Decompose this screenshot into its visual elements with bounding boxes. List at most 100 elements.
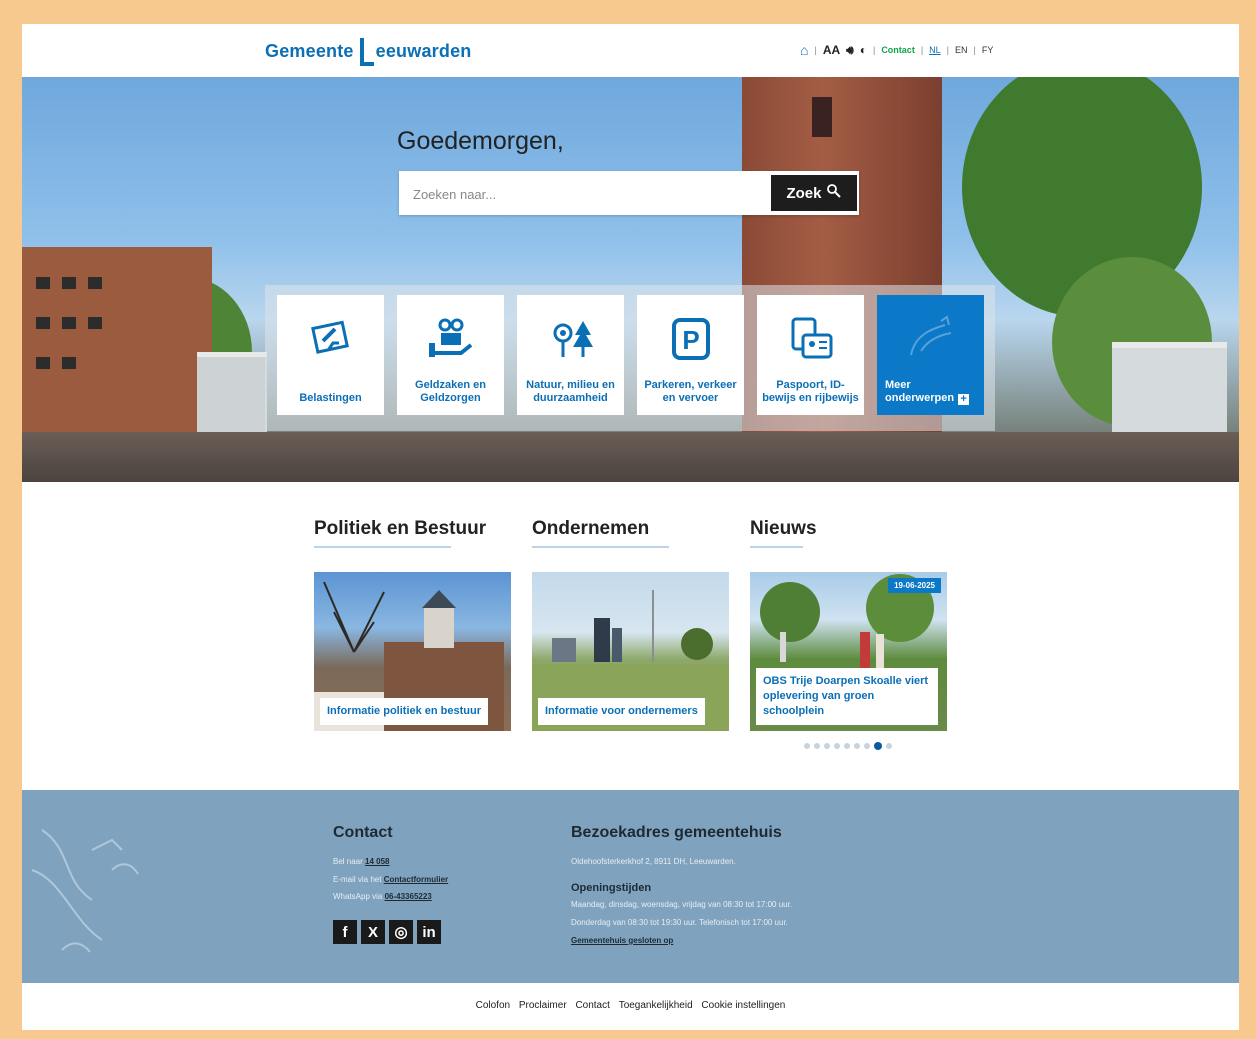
tile-more-topics[interactable]: Meer onderwerpen + (877, 295, 984, 415)
search-icon (826, 183, 842, 203)
x-twitter-icon[interactable]: X (361, 920, 385, 944)
id-card-icon (757, 315, 864, 363)
tax-card-icon (277, 315, 384, 363)
page-frame: Gemeente eeuwarden ⌂ | AA 🔊︎ ◐ | Contact … (22, 24, 1239, 1030)
tile-label: Natuur, milieu en duurzaamheid (526, 379, 615, 404)
window (36, 357, 50, 369)
tile-more-label: Meer onderwerpen + (885, 379, 980, 405)
window (62, 277, 76, 289)
contact-form-link[interactable]: Contactformulier (384, 875, 448, 884)
card-caption: Informatie politiek en bestuur (320, 698, 489, 725)
facebook-icon[interactable]: f (333, 920, 357, 944)
language-en-link[interactable]: EN (955, 45, 968, 55)
tile-belastingen[interactable]: Belastingen (277, 295, 384, 415)
tile-label: Geldzaken en Geldzorgen (415, 379, 486, 404)
section-title-nieuws[interactable]: Nieuws (750, 518, 817, 540)
carousel-dot[interactable] (854, 743, 860, 749)
section-title-politiek[interactable]: Politiek en Bestuur (314, 518, 486, 540)
logo-text-right: eeuwarden (375, 41, 472, 61)
carousel-dot[interactable] (814, 743, 820, 749)
language-nl-link[interactable]: NL (929, 45, 941, 55)
closed-days-link[interactable]: Gemeentehuis gesloten op (571, 936, 673, 945)
section-underline (750, 546, 803, 548)
logo-l-mark (359, 38, 374, 66)
hero-banner: Goedemorgen, Zoek Belastingen G (22, 77, 1239, 482)
carousel-pagination (804, 742, 892, 750)
tile-parkeren[interactable]: P Parkeren, verkeer en vervoer (637, 295, 744, 415)
footer-email-line: E-mail via het Contactformulier (333, 875, 448, 884)
colofon-link[interactable]: Colofon (476, 1000, 510, 1011)
divider: | (946, 45, 950, 55)
tile-geldzaken[interactable]: Geldzaken en Geldzorgen (397, 295, 504, 415)
window (88, 317, 102, 329)
carousel-dot[interactable] (844, 743, 850, 749)
hero-building (22, 247, 212, 447)
news-date-badge: 19-06-2025 (888, 578, 941, 593)
hero-pavilion (197, 352, 267, 442)
footer-hours-1: Maandag, dinsdag, woensdag, vrijdag van … (571, 900, 793, 909)
card-politiek[interactable]: Informatie politiek en bestuur (314, 572, 511, 731)
bottom-links: Colofon Proclaimer Contact Toegankelijkh… (22, 1000, 1239, 1011)
search-input[interactable] (411, 171, 765, 217)
carousel-dot[interactable] (834, 743, 840, 749)
cookie-settings-link[interactable]: Cookie instellingen (701, 1000, 785, 1011)
text-size-button[interactable]: AA (823, 43, 840, 57)
svg-text:P: P (682, 325, 699, 355)
hero-square (22, 432, 1239, 482)
card-caption: Informatie voor ondernemers (538, 698, 705, 725)
footer-phone-line: Bel naar 14 058 (333, 857, 390, 866)
site-footer: Contact Bel naar 14 058 E-mail via het C… (22, 790, 1239, 983)
whatsapp-link[interactable]: 06-43365223 (385, 892, 432, 901)
contact-footer-link[interactable]: Contact (575, 1000, 609, 1011)
phone-link[interactable]: 14 058 (365, 857, 389, 866)
footer-hours-2: Donderdag van 08:30 tot 19:30 uur. Telef… (571, 918, 788, 927)
carousel-dot[interactable] (886, 743, 892, 749)
card-ondernemen[interactable]: Informatie voor ondernemers (532, 572, 729, 731)
site-header: Gemeente eeuwarden ⌂ | AA 🔊︎ ◐ | Contact … (22, 24, 1239, 77)
window (36, 317, 50, 329)
section-underline (532, 546, 669, 548)
carousel-dot-active[interactable] (874, 742, 882, 750)
footer-contact-title: Contact (333, 824, 393, 841)
card-caption: OBS Trije Doarpen Skoalle viert opleveri… (756, 668, 938, 725)
tile-natuur[interactable]: Natuur, milieu en duurzaamheid (517, 295, 624, 415)
card-nieuws[interactable]: 19-06-2025 OBS Trije Doarpen Skoalle vie… (750, 572, 947, 731)
tile-label: Belastingen (299, 392, 362, 404)
site-logo[interactable]: Gemeente eeuwarden (265, 38, 471, 66)
top-navigation: ⌂ | AA 🔊︎ ◐ | Contact | NL | EN | FY (800, 42, 993, 58)
tile-paspoort[interactable]: Paspoort, ID-bewijs en rijbewijs (757, 295, 864, 415)
social-links: f X ◎ in (333, 920, 441, 944)
divider: | (872, 45, 876, 55)
carousel-dot[interactable] (864, 743, 870, 749)
language-fy-link[interactable]: FY (982, 45, 994, 55)
proclaimer-link[interactable]: Proclaimer (519, 1000, 567, 1011)
money-help-icon (397, 315, 504, 363)
search-button-label: Zoek (786, 184, 822, 202)
footer-whatsapp-line: WhatsApp via 06-43365223 (333, 892, 432, 901)
whatsapp-prefix: WhatsApp via (333, 892, 383, 901)
section-title-ondernemen[interactable]: Ondernemen (532, 518, 649, 540)
carousel-dot[interactable] (804, 743, 810, 749)
divider: | (920, 45, 924, 55)
footer-address: Oldehoofsterkerkhof 2, 8911 DH, Leeuward… (571, 857, 736, 866)
divider: | (973, 45, 976, 55)
section-underline (314, 546, 451, 548)
coat-of-arms-watermark-icon (31, 829, 139, 953)
contact-link[interactable]: Contact (881, 45, 915, 55)
logo-text-left: Gemeente (265, 41, 354, 61)
tile-label: Parkeren, verkeer en vervoer (644, 379, 737, 404)
instagram-icon[interactable]: ◎ (389, 920, 413, 944)
window (36, 277, 50, 289)
topic-tiles: Belastingen Geldzaken en Geldzorgen Natu… (265, 285, 995, 431)
read-aloud-icon[interactable]: 🔊︎ (846, 43, 854, 58)
home-icon[interactable]: ⌂ (800, 42, 808, 58)
carousel-dot[interactable] (824, 743, 830, 749)
search-bar: Zoek (399, 171, 859, 217)
contrast-icon[interactable]: ◐ (860, 43, 867, 57)
tower-window (812, 97, 832, 137)
accessibility-link[interactable]: Toegankelijkheid (619, 1000, 693, 1011)
search-button[interactable]: Zoek (771, 175, 857, 211)
coat-of-arms-icon (877, 315, 984, 363)
linkedin-icon[interactable]: in (417, 920, 441, 944)
nature-icon (517, 315, 624, 363)
